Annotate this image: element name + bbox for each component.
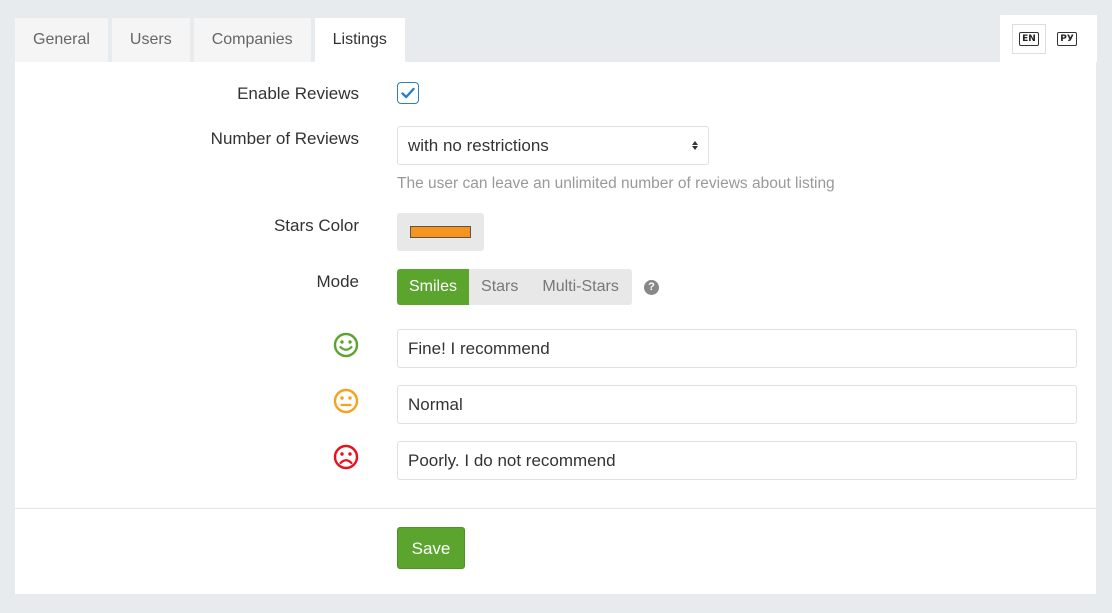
enable-reviews-label: Enable Reviews [237, 84, 359, 103]
mode-smiles-button[interactable]: Smiles [397, 269, 470, 305]
number-of-reviews-label: Number of Reviews [210, 129, 359, 148]
help-icon[interactable]: ? [644, 280, 659, 295]
mode-stars-button[interactable]: Stars [469, 269, 531, 305]
tab-general[interactable]: General [15, 18, 108, 62]
number-of-reviews-hint: The user can leave an unlimited number o… [397, 175, 835, 192]
color-swatch [410, 226, 471, 238]
number-of-reviews-value: with no restrictions [408, 135, 549, 155]
smile-sad-input[interactable]: Poorly. I do not recommend [397, 441, 1077, 480]
language-ru-label: РУ [1057, 31, 1077, 46]
neutral-face-icon [333, 388, 359, 414]
tab-listings[interactable]: Listings [314, 18, 405, 62]
tab-bar: General Users Companies Listings [15, 18, 409, 62]
enable-reviews-checkbox[interactable] [397, 82, 419, 104]
stars-color-label: Stars Color [273, 216, 359, 235]
settings-panel: Enable Reviews Number of Reviews with no… [15, 62, 1096, 594]
stars-color-picker[interactable] [397, 213, 484, 251]
happy-face-icon [333, 332, 359, 358]
language-en-button[interactable]: EN [1012, 23, 1046, 54]
language-en-label: EN [1019, 31, 1039, 46]
mode-label: Mode [316, 272, 359, 291]
smile-happy-input[interactable]: Fine! I recommend [397, 329, 1077, 368]
tab-companies[interactable]: Companies [193, 18, 311, 62]
checkmark-icon [401, 87, 415, 99]
smile-neutral-input[interactable]: Normal [397, 385, 1077, 424]
language-ru-button[interactable]: РУ [1056, 24, 1078, 54]
save-button[interactable]: Save [397, 527, 465, 569]
number-of-reviews-select[interactable]: with no restrictions [397, 126, 709, 165]
mode-button-group: Smiles Stars Multi-Stars [397, 269, 632, 305]
select-caret-icon [692, 141, 698, 150]
tab-users[interactable]: Users [111, 18, 190, 62]
form-divider [15, 508, 1096, 509]
sad-face-icon [333, 444, 359, 470]
language-switcher: EN РУ [1000, 15, 1097, 62]
mode-multi-stars-button[interactable]: Multi-Stars [530, 269, 632, 305]
